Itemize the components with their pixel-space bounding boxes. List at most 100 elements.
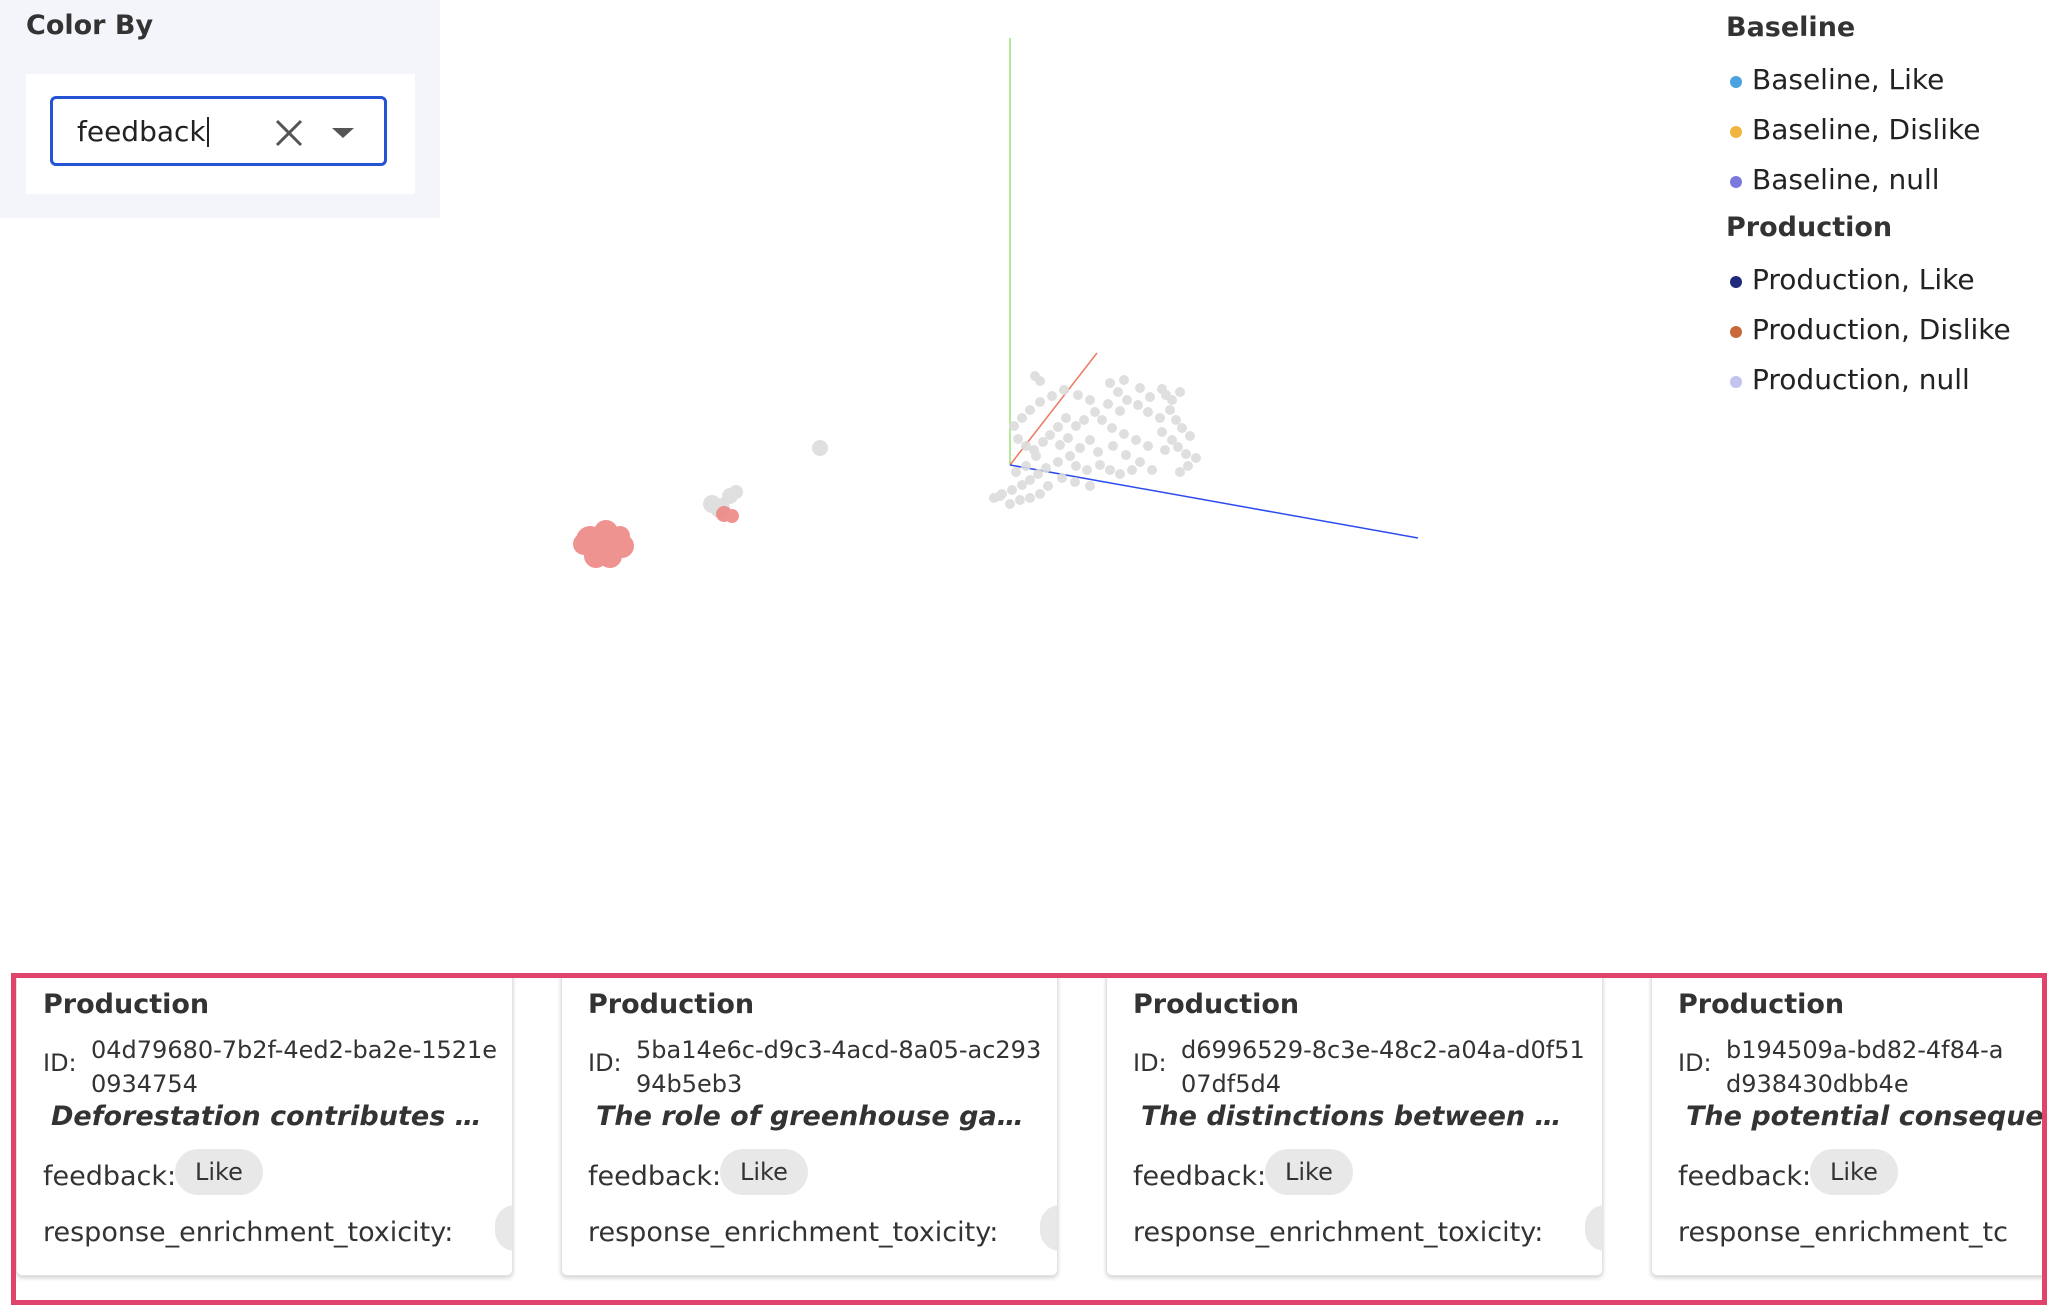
data-point[interactable] xyxy=(1021,441,1031,451)
data-point[interactable] xyxy=(1143,441,1153,451)
data-point[interactable] xyxy=(1011,467,1021,477)
point-card[interactable]: Production ID: b194509a-bd82-4f84-a d938… xyxy=(1651,978,2042,1276)
data-point[interactable] xyxy=(598,544,622,568)
data-point[interactable] xyxy=(1053,457,1063,467)
data-point[interactable] xyxy=(1177,423,1187,433)
data-point[interactable] xyxy=(1108,441,1118,451)
data-point[interactable] xyxy=(1079,415,1089,425)
data-point[interactable] xyxy=(1121,450,1131,460)
data-point[interactable] xyxy=(1135,383,1145,393)
data-point[interactable] xyxy=(1122,395,1132,405)
data-point[interactable] xyxy=(1043,481,1053,491)
close-icon[interactable] xyxy=(273,117,305,149)
point-card[interactable]: Production ID: 04d79680-7b2f-4ed2-ba2e-1… xyxy=(16,978,513,1276)
data-point[interactable] xyxy=(1005,499,1015,509)
data-point[interactable] xyxy=(1145,392,1155,402)
data-point[interactable] xyxy=(1175,387,1185,397)
legend-item-baseline-null[interactable]: Baseline, null xyxy=(1726,160,2046,210)
data-point[interactable] xyxy=(1133,400,1143,410)
data-point[interactable] xyxy=(1057,473,1067,483)
data-point[interactable] xyxy=(1167,395,1177,405)
data-point[interactable] xyxy=(1119,375,1129,385)
data-point[interactable] xyxy=(1095,460,1105,470)
data-point[interactable] xyxy=(1165,405,1175,415)
card-title: Production xyxy=(588,989,755,1020)
data-point[interactable] xyxy=(1127,465,1137,475)
data-point[interactable] xyxy=(1061,413,1071,423)
data-point[interactable] xyxy=(1105,378,1115,388)
data-point[interactable] xyxy=(1085,435,1095,445)
data-point[interactable] xyxy=(1175,467,1185,477)
data-point[interactable] xyxy=(1071,421,1081,431)
caret-down-icon[interactable] xyxy=(329,123,357,143)
data-point[interactable] xyxy=(812,440,828,456)
data-point[interactable] xyxy=(1183,461,1193,471)
color-by-select[interactable]: feedback xyxy=(50,96,387,166)
data-point[interactable] xyxy=(1017,480,1027,490)
data-point[interactable] xyxy=(1173,442,1183,452)
data-point[interactable] xyxy=(1160,445,1170,455)
data-point[interactable] xyxy=(1119,429,1129,439)
data-point[interactable] xyxy=(1065,451,1075,461)
data-point[interactable] xyxy=(1085,395,1095,405)
data-point[interactable] xyxy=(1093,447,1103,457)
data-point[interactable] xyxy=(1047,391,1057,401)
data-point[interactable] xyxy=(1107,423,1117,433)
data-point[interactable] xyxy=(1075,443,1085,453)
data-point[interactable] xyxy=(1055,440,1065,450)
data-point[interactable] xyxy=(1033,469,1043,479)
data-point[interactable] xyxy=(1071,461,1081,471)
data-point[interactable] xyxy=(1085,481,1095,491)
data-point[interactable] xyxy=(1155,413,1165,423)
data-point[interactable] xyxy=(1097,415,1107,425)
data-point[interactable] xyxy=(1059,385,1069,395)
data-point[interactable] xyxy=(573,533,595,555)
data-point[interactable] xyxy=(1038,437,1048,447)
data-point[interactable] xyxy=(1103,399,1113,409)
data-point[interactable] xyxy=(1105,465,1115,475)
data-point[interactable] xyxy=(1063,433,1073,443)
data-point[interactable] xyxy=(1135,457,1145,467)
data-point[interactable] xyxy=(610,526,630,546)
data-point[interactable] xyxy=(1131,435,1141,445)
data-point[interactable] xyxy=(1115,406,1125,416)
data-point[interactable] xyxy=(1181,449,1191,459)
data-point[interactable] xyxy=(729,485,743,499)
data-point[interactable] xyxy=(1082,465,1092,475)
data-point[interactable] xyxy=(1115,469,1125,479)
data-point[interactable] xyxy=(1041,463,1051,473)
data-point[interactable] xyxy=(1157,427,1167,437)
data-point[interactable] xyxy=(1031,451,1041,461)
data-point[interactable] xyxy=(1073,390,1083,400)
data-point[interactable] xyxy=(1013,434,1023,444)
data-point[interactable] xyxy=(1025,493,1035,503)
color-by-input[interactable]: feedback xyxy=(77,117,209,147)
data-point[interactable] xyxy=(1147,465,1157,475)
data-point[interactable] xyxy=(1021,461,1031,471)
data-point[interactable] xyxy=(1035,489,1045,499)
data-point[interactable] xyxy=(1007,485,1017,495)
data-point[interactable] xyxy=(1090,407,1100,417)
data-point[interactable] xyxy=(1143,407,1153,417)
legend-item-baseline-like[interactable]: Baseline, Like xyxy=(1726,60,2046,110)
legend-item-production-dislike[interactable]: Production, Dislike xyxy=(1726,310,2046,360)
legend-item-baseline-dislike[interactable]: Baseline, Dislike xyxy=(1726,110,2046,160)
data-point[interactable] xyxy=(1009,421,1019,431)
data-point[interactable] xyxy=(1035,376,1045,386)
data-point[interactable] xyxy=(1025,405,1035,415)
data-point[interactable] xyxy=(1053,422,1063,432)
data-point[interactable] xyxy=(1017,413,1027,423)
data-point[interactable] xyxy=(1171,415,1181,425)
legend-item-production-null[interactable]: Production, null xyxy=(1726,360,2046,410)
point-card[interactable]: Production ID: d6996529-8c3e-48c2-a04a-d… xyxy=(1106,978,1603,1276)
point-card[interactable]: Production ID: 5ba14e6c-d9c3-4acd-8a05-a… xyxy=(561,978,1058,1276)
data-point[interactable] xyxy=(1070,477,1080,487)
data-point[interactable] xyxy=(725,509,739,523)
legend-item-production-like[interactable]: Production, Like xyxy=(1726,260,2046,310)
data-point[interactable] xyxy=(1113,387,1123,397)
data-point[interactable] xyxy=(1191,453,1201,463)
data-point[interactable] xyxy=(995,491,1005,501)
data-point[interactable] xyxy=(1015,495,1025,505)
data-point[interactable] xyxy=(1185,431,1195,441)
data-point[interactable] xyxy=(1035,397,1045,407)
